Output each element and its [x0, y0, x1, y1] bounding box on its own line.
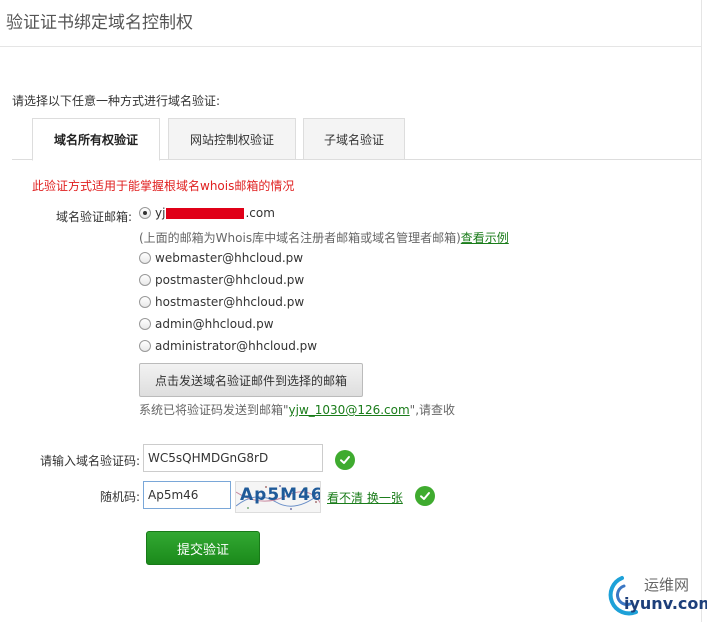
verification-tabs: 域名所有权验证 网站控制权验证 子域名验证 — [12, 118, 701, 161]
email-label: 域名验证邮箱: — [55, 210, 132, 224]
email-prefix: yj — [155, 206, 166, 220]
refresh-captcha-link[interactable]: 看不清 换一张 — [327, 489, 403, 506]
sent-suffix: ",请查收 — [409, 403, 456, 417]
page-title: 验证证书绑定域名控制权 — [6, 13, 193, 33]
submit-verification-button[interactable]: 提交验证 — [146, 531, 260, 565]
hint-text: (上面的邮箱为Whois库中域名注册者邮箱或域名管理者邮箱) — [139, 231, 461, 245]
tab-domain-ownership[interactable]: 域名所有权验证 — [32, 118, 160, 161]
verification-code-label: 请输入域名验证码: — [39, 454, 140, 468]
email-option-hostmaster[interactable]: hostmaster@hhcloud.pw — [139, 293, 304, 311]
captcha-text: Ap5M46 — [240, 485, 321, 505]
email-option-postmaster[interactable]: postmaster@hhcloud.pw — [139, 271, 304, 289]
method-note: 此验证方式适用于能掌握根域名whois邮箱的情况 — [32, 179, 295, 193]
view-example-link[interactable]: 查看示例 — [461, 231, 509, 245]
watermark: 运维网 iyunv.com — [600, 572, 707, 620]
email-option-admin[interactable]: admin@hhcloud.pw — [139, 315, 274, 333]
watermark-en: iyunv.com — [624, 594, 707, 613]
email-option-label: webmaster@hhcloud.pw — [155, 251, 304, 265]
captcha-text-value: Ap5M46 — [240, 485, 321, 505]
verification-code-input[interactable]: WC5sQHMDGnG8rD — [143, 444, 323, 472]
radio-button[interactable] — [139, 318, 151, 330]
captcha-input[interactable]: Ap5m46 — [143, 481, 231, 509]
radio-button[interactable] — [139, 340, 151, 352]
sent-prefix: 系统已将验证码发送到邮箱" — [139, 403, 289, 417]
captcha-label: 随机码: — [99, 490, 140, 504]
tab-site-control[interactable]: 网站控制权验证 — [168, 118, 296, 160]
radio-button[interactable] — [139, 207, 151, 219]
email-hint: (上面的邮箱为Whois库中域名注册者邮箱或域名管理者邮箱)查看示例 — [139, 229, 509, 246]
sent-address: yjw_1030@126.com — [288, 403, 410, 417]
sent-message: 系统已将验证码发送到邮箱"yjw_1030@126.com",请查收 — [139, 401, 455, 418]
radio-button[interactable] — [139, 252, 151, 264]
radio-button[interactable] — [139, 274, 151, 286]
title-divider — [0, 46, 701, 47]
tab-subdomain[interactable]: 子域名验证 — [303, 118, 405, 160]
email-option-registrant[interactable]: yj .com — [139, 204, 275, 222]
instruction-text: 请选择以下任意一种方式进行域名验证: — [12, 94, 221, 108]
email-suffix: .com — [245, 206, 275, 220]
captcha-image[interactable]: Ap5M46 — [235, 481, 321, 513]
radio-button[interactable] — [139, 296, 151, 308]
redaction-bar — [166, 207, 245, 219]
watermark-cn: 运维网 — [644, 576, 690, 594]
check-icon — [335, 450, 355, 470]
email-option-label: postmaster@hhcloud.pw — [155, 273, 305, 287]
send-verification-email-button[interactable]: 点击发送域名验证邮件到选择的邮箱 — [139, 363, 363, 397]
check-icon — [415, 486, 435, 506]
email-option-label: hostmaster@hhcloud.pw — [155, 295, 305, 309]
email-option-label: administrator@hhcloud.pw — [155, 339, 318, 353]
email-option-administrator[interactable]: administrator@hhcloud.pw — [139, 337, 317, 355]
right-border — [701, 0, 702, 622]
email-option-label: admin@hhcloud.pw — [155, 317, 274, 331]
email-option-webmaster[interactable]: webmaster@hhcloud.pw — [139, 249, 303, 267]
